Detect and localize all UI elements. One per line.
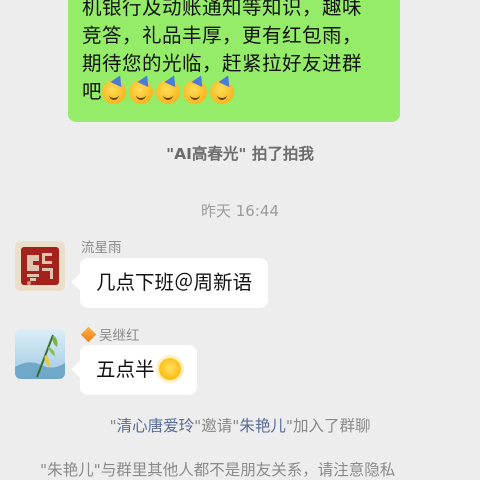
pat-notice: "AI高春光" 拍了拍我 — [166, 145, 314, 163]
sender-name-row: 吴继红 — [80, 324, 140, 344]
invite-tail-text: "加入了群聊 — [285, 417, 371, 435]
message-line: 竞答，礼品丰厚，更有红包雨， — [82, 24, 363, 47]
sender-name: 流星雨 — [81, 240, 122, 256]
invite-mid-text: "邀请" — [194, 417, 240, 435]
privacy-notice: "朱艳儿"与群里其他人都不是朋友关系，请注意隐私 — [40, 461, 396, 479]
invitee-link[interactable]: 朱艳儿 — [239, 417, 286, 435]
partying-face-icon — [183, 79, 208, 104]
partying-face-icon — [102, 79, 127, 104]
seal-avatar-image — [15, 241, 65, 291]
timestamp: 昨天 16:44 — [201, 202, 279, 220]
incoming-message-bubble[interactable]: 几点下班＠周新语 — [80, 258, 269, 308]
avatar[interactable] — [15, 241, 65, 291]
message-line-text: 吧 — [82, 80, 103, 103]
avatar[interactable] — [15, 329, 65, 379]
diamond-badge-icon — [80, 326, 97, 343]
message-text: 五点半 — [96, 358, 155, 381]
inviter-link[interactable]: 清心唐爱玲 — [117, 417, 195, 435]
message-line: 机银行及动账通知等知识，趣味 — [82, 0, 363, 19]
sender-name: 吴继红 — [99, 328, 140, 344]
outgoing-message-bubble[interactable]: 机银行及动账通知等知识，趣味 竞答，礼品丰厚，更有红包雨， 期待您的光临，赶紧拉… — [68, 0, 400, 122]
incoming-message-bubble[interactable]: 五点半 — [80, 345, 197, 395]
message-line-last: 吧 — [82, 78, 400, 107]
invite-notice: "清心唐爱玲"邀请"朱艳儿"加入了群聊 — [0, 414, 480, 436]
message-text: 几点下班＠周新语 — [96, 271, 253, 294]
message-line: 期待您的光临，赶紧拉好友进群 — [82, 52, 363, 75]
partying-face-icon — [129, 79, 154, 104]
partying-face-icon — [210, 79, 235, 104]
quote-mark: " — [109, 417, 117, 435]
partying-face-icon — [156, 79, 181, 104]
emoji-row — [102, 79, 237, 107]
sun-face-icon — [158, 358, 181, 380]
landscape-avatar-image — [15, 329, 65, 379]
